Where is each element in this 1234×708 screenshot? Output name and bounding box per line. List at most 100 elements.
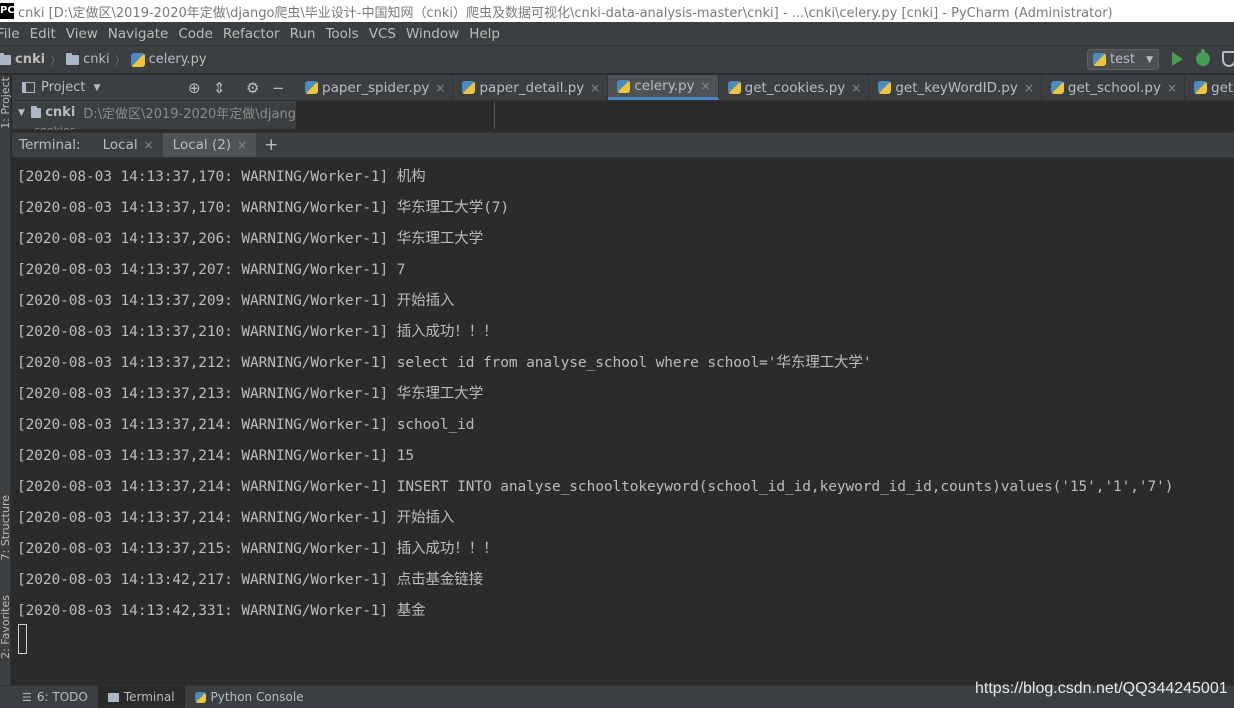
tree-root-name: cnki (45, 105, 76, 120)
breadcrumb-folder[interactable]: cnki (66, 52, 110, 67)
python-file-icon (617, 79, 631, 93)
tab-label: paper_detail.py (479, 79, 585, 96)
project-tree: ▼ cnki D:\定做区\2019-2020年定做\djang cookies (12, 101, 296, 130)
menu-tools[interactable]: Tools (320, 26, 363, 42)
structure-tool-tab[interactable]: 7: Structure (0, 495, 12, 560)
coverage-icon[interactable] (1222, 51, 1234, 67)
tab-celery[interactable]: celery.py × (608, 75, 719, 100)
close-icon[interactable]: × (144, 138, 154, 152)
breadcrumb-project[interactable]: cnki (0, 52, 45, 67)
breadcrumb-project-label: cnki (15, 52, 46, 67)
menu-navigate[interactable]: Navigate (103, 26, 174, 42)
python-file-icon (305, 81, 318, 94)
chevron-down-icon[interactable]: ▼ (93, 83, 100, 93)
breadcrumb-separator-icon: 〉 (114, 53, 126, 67)
debug-icon[interactable] (1196, 49, 1210, 66)
left-tool-stripe: 1: Project 7: Structure 2: Favorites (0, 75, 12, 685)
terminal-tab-label: Local (102, 137, 138, 153)
tree-root-row[interactable]: ▼ cnki D:\定做区\2019-2020年定做\djang (18, 103, 296, 122)
folder-icon (0, 52, 11, 65)
run-configuration-dropdown[interactable]: test ▼ (1087, 49, 1159, 70)
project-tool-tab[interactable]: 1: Project (0, 77, 12, 129)
menu-file[interactable]: File (0, 26, 25, 42)
terminal-line: [2020-08-03 14:13:37,206: WARNING/Worker… (17, 231, 484, 247)
menu-edit[interactable]: Edit (25, 26, 61, 42)
terminal-tab-local-2[interactable]: Local (2) × (162, 133, 257, 157)
menu-vcs[interactable]: VCS (364, 26, 401, 42)
python-file-icon (727, 81, 741, 94)
pycharm-app-icon: PC (0, 3, 15, 19)
gear-icon[interactable]: ⚙ (246, 79, 259, 97)
breadcrumb-file[interactable]: celery.py (130, 52, 207, 67)
menu-window[interactable]: Window (401, 26, 464, 42)
terminal-icon (107, 692, 119, 702)
terminal-line: [2020-08-03 14:13:37,170: WARNING/Worker… (17, 200, 509, 216)
close-icon[interactable]: × (1167, 81, 1177, 95)
tab-paper-detail[interactable]: paper_detail.py × (453, 75, 609, 100)
breadcrumb-separator-icon: 〉 (50, 53, 62, 67)
menu-view[interactable]: View (61, 26, 103, 42)
breadcrumb-folder-label: cnki (83, 52, 110, 67)
python-console-icon (194, 691, 206, 703)
folder-icon (66, 52, 80, 65)
watermark-text: https://blog.csdn.net/QQ344245001 (975, 680, 1228, 697)
tab-label: get_school.py (1067, 79, 1161, 96)
terminal-output[interactable]: [2020-08-03 14:13:37,170: WARNING/Worker… (12, 158, 1234, 684)
terminal-tool-tab[interactable]: Terminal (97, 686, 185, 708)
breadcrumb-file-label: celery.py (148, 52, 207, 67)
terminal-line: [2020-08-03 14:13:37,214: WARNING/Worker… (17, 479, 1174, 495)
favorites-tool-tab[interactable]: 2: Favorites (0, 595, 12, 659)
terminal-label: Terminal: (19, 137, 81, 153)
menu-code[interactable]: Code (173, 26, 218, 42)
tab-label: get_cookies.py (744, 79, 846, 96)
tab-get-school[interactable]: get_school.py × (1042, 75, 1186, 100)
terminal-tab-local[interactable]: Local × (93, 133, 163, 157)
menu-help[interactable]: Help (464, 26, 505, 42)
tab-get-year[interactable]: get_year.py × (1185, 75, 1234, 100)
tab-paper-spider[interactable]: paper_spider.py × (296, 75, 454, 100)
navigation-bar: cnki 〉 cnki 〉 celery.py test ▼ (0, 46, 1234, 74)
run-icon[interactable] (1172, 52, 1183, 66)
terminal-line: [2020-08-03 14:13:37,214: WARNING/Worker… (17, 448, 414, 464)
terminal-cursor (18, 624, 27, 654)
terminal-tab-label: Terminal (123, 690, 175, 704)
tree-partial-row: cookies (34, 124, 75, 130)
close-icon[interactable]: × (851, 81, 861, 95)
run-configuration-label: test (1110, 52, 1135, 67)
close-icon[interactable]: × (435, 81, 445, 95)
tab-get-cookies[interactable]: get_cookies.py × (719, 75, 870, 100)
project-panel-header: Project ▼ ⊕ ⇕ ⚙ − (12, 75, 296, 101)
menu-run[interactable]: Run (285, 26, 321, 42)
todo-tab-label: 6: TODO (36, 690, 88, 704)
tab-label: paper_spider.py (322, 79, 430, 96)
hide-panel-icon[interactable]: − (272, 79, 285, 97)
menu-refactor[interactable]: Refactor (218, 26, 285, 42)
menu-bar: File Edit View Navigate Code Refactor Ru… (0, 22, 1234, 46)
python-file-icon (130, 52, 145, 67)
tab-label: celery.py (634, 78, 695, 94)
close-icon[interactable]: × (1024, 81, 1034, 95)
terminal-line: [2020-08-03 14:13:37,214: WARNING/Worker… (17, 510, 455, 526)
terminal-line: [2020-08-03 14:13:37,207: WARNING/Worker… (17, 262, 406, 278)
tab-get-keywordid[interactable]: get_keyWordID.py × (869, 75, 1042, 100)
python-console-tab-label: Python Console (210, 690, 304, 704)
locate-target-icon[interactable]: ⊕ (188, 79, 201, 97)
terminal-line: [2020-08-03 14:13:37,212: WARNING/Worker… (17, 355, 872, 371)
terminal-line: [2020-08-03 14:13:42,331: WARNING/Worker… (17, 603, 426, 619)
close-icon[interactable]: × (237, 138, 247, 152)
python-file-icon (1093, 53, 1106, 66)
python-console-tool-tab[interactable]: Python Console (185, 686, 314, 708)
todo-list-icon: ☰ (22, 690, 32, 704)
new-terminal-plus-icon[interactable]: + (264, 135, 278, 155)
editor-area[interactable] (296, 101, 1234, 129)
todo-tool-tab[interactable]: ☰ 6: TODO (12, 686, 98, 708)
close-icon[interactable]: × (701, 79, 711, 93)
tab-label: get_year.py (1211, 79, 1234, 96)
close-icon[interactable]: × (590, 81, 600, 95)
collapse-all-icon[interactable]: ⇕ (213, 79, 226, 97)
project-panel-title[interactable]: Project (41, 80, 85, 95)
chevron-down-icon: ▼ (1146, 54, 1153, 65)
expand-arrow-icon[interactable]: ▼ (18, 108, 25, 118)
terminal-line: [2020-08-03 14:13:37,215: WARNING/Worker… (17, 541, 498, 557)
window-title: cnki [D:\定做区\2019-2020年定做\django爬虫\毕业设计-… (18, 5, 1113, 21)
